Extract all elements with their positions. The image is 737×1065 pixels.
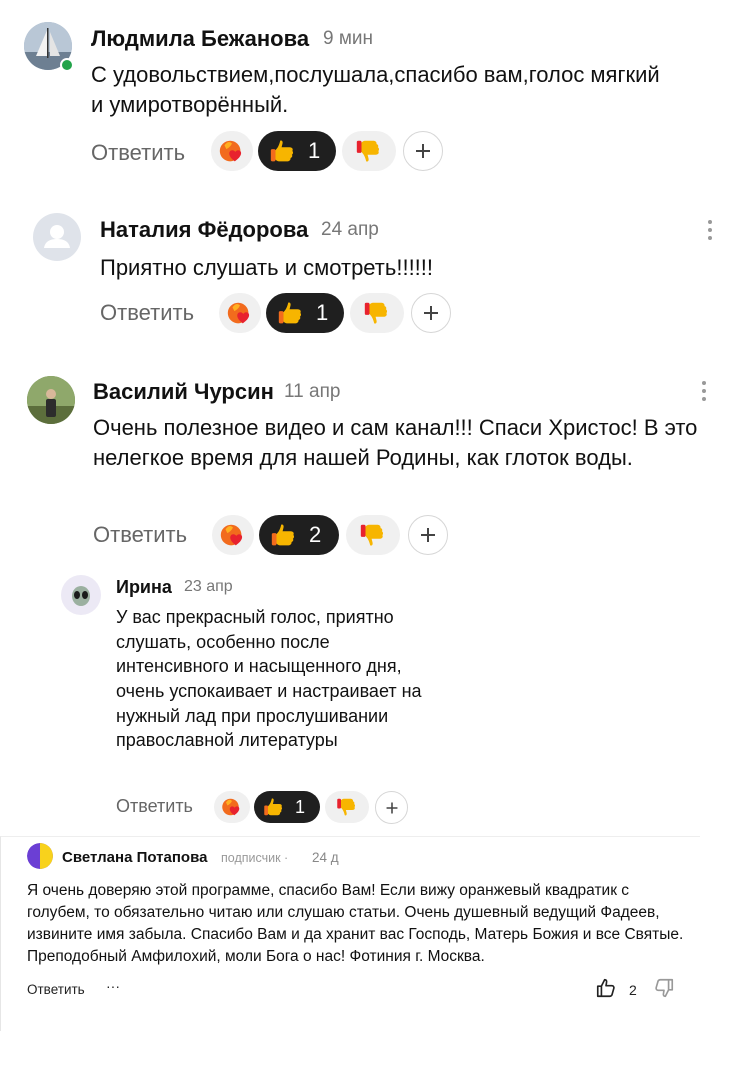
like-reaction-button[interactable]: 1 [266,293,344,333]
dislike-reaction-button[interactable] [350,293,404,333]
author-name[interactable]: Светлана Потапова [62,849,207,866]
thumbs-up-icon [262,795,286,819]
user-avatar-icon [27,843,53,869]
avatar[interactable] [27,843,53,869]
like-reaction-button[interactable]: 1 [258,131,336,171]
heart-fire-icon [218,520,248,550]
like-count: 1 [316,300,329,325]
author-name[interactable]: Василий Чурсин [93,379,274,405]
like-count: 2 [309,522,322,547]
add-reaction-button[interactable] [411,293,451,333]
reply-button[interactable]: Ответить [116,796,193,817]
thumbs-down-icon [335,795,359,819]
alien-icon [72,586,90,606]
kebab-dot [702,397,706,401]
like-reaction-button[interactable]: 1 [254,791,320,823]
comment-text: Я очень доверяю этой программе, спасибо … [27,882,684,966]
avatar[interactable] [33,213,81,261]
heart-fire-icon [220,795,244,819]
avatar[interactable] [27,376,75,424]
thumbs-up-icon [269,520,299,550]
reply-button[interactable]: Ответить [27,982,85,997]
kebab-dot [708,236,712,240]
comment-time: 11 апр [284,381,341,402]
reply-button[interactable]: Ответить [100,300,194,326]
comment-text: С удовольствием,послушала,спасибо вам,го… [91,62,660,117]
plus-icon [386,802,397,813]
user-placeholder-icon [44,225,70,248]
comment-text: У вас прекрасный голос, приятно слушать,… [116,607,422,751]
thumbs-down-outline-icon[interactable] [653,977,675,999]
comment-time: 24 д [312,850,339,865]
kebab-dot [708,228,712,232]
add-reaction-button[interactable] [408,515,448,555]
comment-time: 23 апр [184,578,233,595]
avatar[interactable] [61,575,101,615]
dislike-reaction-button[interactable] [325,791,369,823]
add-reaction-button[interactable] [375,791,408,824]
heart-reaction-button[interactable] [211,131,253,171]
like-reaction-button[interactable]: 2 [259,515,339,555]
add-reaction-button[interactable] [403,131,443,171]
kebab-icon [708,220,712,224]
author-name[interactable]: Ирина [116,577,172,598]
like-count: 2 [629,982,637,998]
comment-menu-button[interactable] [701,381,707,401]
kebab-icon [702,381,706,385]
thumbs-up-icon [276,298,306,328]
thumbs-down-icon [358,520,388,550]
comment-text: Приятно слушать и смотреть!!!!!! [100,255,434,280]
comment-menu-button[interactable] [707,220,713,240]
more-options-button[interactable]: ··· [106,978,120,994]
plus-icon [421,528,435,542]
person-photo-icon [27,376,75,424]
plus-icon [424,306,438,320]
author-name[interactable]: Людмила Бежанова [91,26,309,52]
comment-time: 24 апр [321,219,379,240]
heart-reaction-button[interactable] [214,791,250,823]
kebab-dot [702,389,706,393]
like-count: 1 [308,138,321,163]
like-count: 1 [295,796,306,817]
author-name[interactable]: Наталия Фёдорова [100,217,308,243]
reply-button[interactable]: Ответить [93,522,187,548]
online-status-dot [60,58,74,72]
thumbs-up-icon [268,136,298,166]
reply-button[interactable]: Ответить [91,140,185,166]
comment-text: Очень полезное видео и сам канал!!! Спас… [93,415,698,470]
heart-fire-icon [217,136,247,166]
heart-reaction-button[interactable] [212,515,254,555]
thumbs-down-icon [362,298,392,328]
dislike-reaction-button[interactable] [346,515,400,555]
dislike-reaction-button[interactable] [342,131,396,171]
comment-time: 9 мин [323,28,374,49]
thumbs-down-icon [354,136,384,166]
plus-icon [416,144,430,158]
heart-reaction-button[interactable] [219,293,261,333]
heart-fire-icon [225,298,255,328]
thumbs-up-outline-icon[interactable] [595,977,617,999]
subscriber-badge: подписчик · [221,851,289,865]
